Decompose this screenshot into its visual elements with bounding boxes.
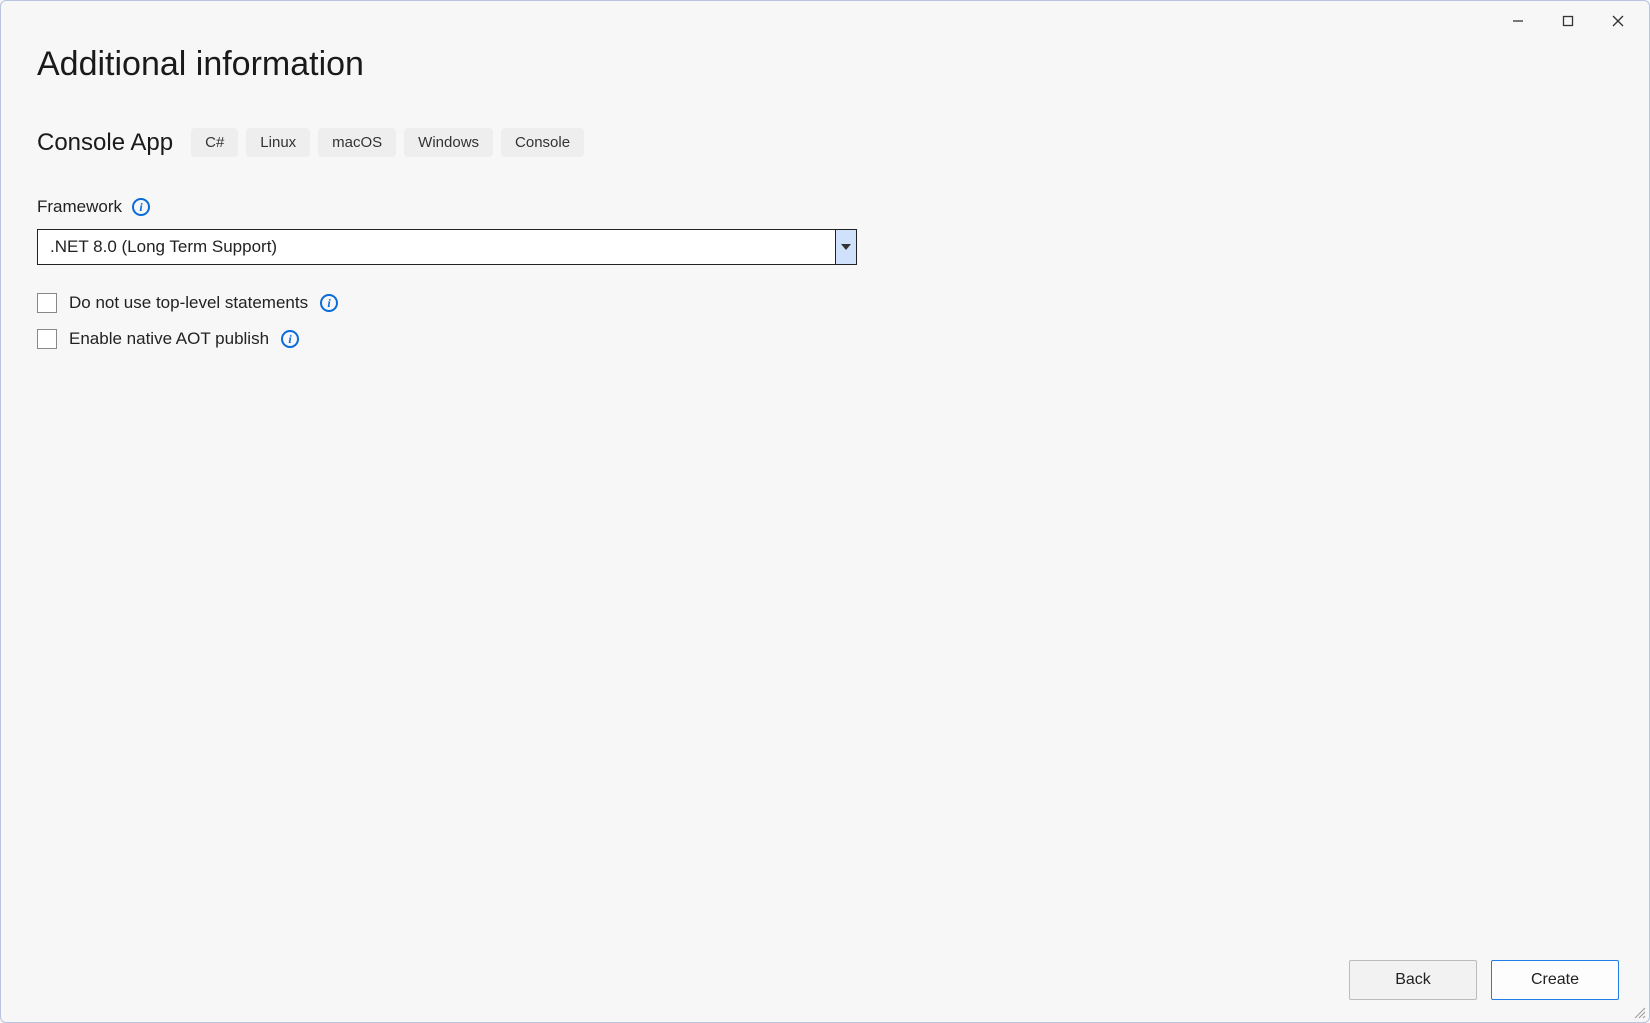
maximize-button[interactable] [1543, 5, 1593, 37]
tag: Console [501, 128, 584, 157]
resize-grip[interactable] [1632, 1005, 1646, 1019]
native-aot-checkbox[interactable] [37, 329, 57, 349]
no-toplevel-checkbox[interactable] [37, 293, 57, 313]
minimize-button[interactable] [1493, 5, 1543, 37]
tag: macOS [318, 128, 396, 157]
close-button[interactable] [1593, 5, 1643, 37]
framework-label: Framework [37, 197, 122, 217]
tag: Linux [246, 128, 310, 157]
framework-dropdown[interactable]: .NET 8.0 (Long Term Support) [37, 229, 857, 265]
titlebar-controls [1493, 1, 1649, 37]
project-header: Console App C# Linux macOS Windows Conso… [37, 128, 1613, 157]
page-title: Additional information [37, 45, 1613, 84]
create-button[interactable]: Create [1491, 960, 1619, 1000]
tag: Windows [404, 128, 493, 157]
native-aot-label: Enable native AOT publish [69, 329, 269, 349]
tag: C# [191, 128, 238, 157]
project-type-label: Console App [37, 129, 173, 157]
chevron-down-icon[interactable] [835, 229, 857, 265]
info-icon[interactable] [132, 198, 150, 216]
info-icon[interactable] [281, 330, 299, 348]
back-button[interactable]: Back [1349, 960, 1477, 1000]
project-tags: C# Linux macOS Windows Console [191, 128, 584, 157]
framework-selected-value: .NET 8.0 (Long Term Support) [37, 229, 835, 265]
info-icon[interactable] [320, 294, 338, 312]
footer-buttons: Back Create [1349, 960, 1619, 1000]
no-toplevel-label: Do not use top-level statements [69, 293, 308, 313]
